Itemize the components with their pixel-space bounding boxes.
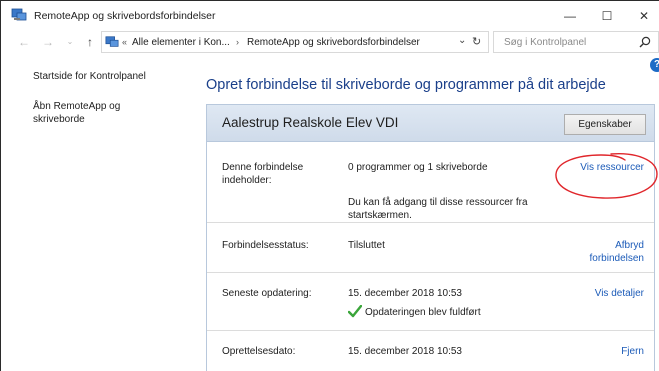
created-label: Oprettelsesdato: — [222, 346, 296, 357]
help-icon[interactable]: ? — [650, 58, 659, 72]
properties-button[interactable]: Egenskaber — [564, 114, 646, 135]
control-panel-window: RemoteApp og skrivebordsforbindelser — ☐… — [0, 0, 659, 371]
contents-description: Du kan få adgang til disse ressourcer fr… — [348, 197, 528, 221]
refresh-icon[interactable]: ↻ — [472, 35, 481, 48]
breadcrumb-overflow-icon[interactable]: « — [122, 37, 127, 47]
minimize-button[interactable]: — — [555, 5, 585, 27]
row-status: Forbindelsesstatus: Tilsluttet Afbryd fo… — [207, 223, 654, 273]
close-button[interactable]: ✕ — [629, 5, 659, 27]
maximize-button[interactable]: ☐ — [592, 5, 622, 27]
sidebar-item-open-remoteapp[interactable]: Åbn RemoteApp og skriveborde — [33, 100, 153, 126]
breadcrumb-separator-icon[interactable]: › — [236, 37, 239, 47]
contents-label: Denne forbindelse indeholder: — [222, 162, 304, 186]
address-dropdown-icon[interactable]: ⌄ — [458, 35, 466, 46]
breadcrumb-remoteapp[interactable]: RemoteApp og skrivebordsforbindelser — [247, 37, 420, 48]
row-last-update: Seneste opdatering: 15. december 2018 10… — [207, 273, 654, 331]
sidebar: Startside for Kontrolpanel Åbn RemoteApp… — [1, 53, 191, 371]
connection-name: Aalestrup Realskole Elev VDI — [222, 115, 399, 130]
remoteapp-icon — [105, 36, 119, 47]
window-title: RemoteApp og skrivebordsforbindelser — [34, 10, 216, 22]
up-arrow-icon[interactable]: ↑ — [83, 35, 97, 49]
title-bar: RemoteApp og skrivebordsforbindelser — ☐… — [1, 1, 659, 31]
back-arrow-icon[interactable]: ← — [17, 35, 31, 49]
last-update-label: Seneste opdatering: — [222, 288, 312, 299]
status-value: Tilsluttet — [348, 240, 385, 251]
search-icon[interactable] — [639, 36, 651, 48]
recent-locations-icon[interactable]: ⌄ — [63, 37, 77, 46]
sidebar-item-control-panel-home[interactable]: Startside for Kontrolpanel — [33, 70, 183, 83]
status-label: Forbindelsesstatus: — [222, 240, 309, 251]
view-resources-link[interactable]: Vis ressourcer — [580, 161, 644, 174]
search-placeholder: Søg i Kontrolpanel — [504, 37, 587, 48]
update-status-text: Opdateringen blev fuldført — [365, 307, 481, 318]
breadcrumb-all-items[interactable]: Alle elementer i Kon... — [132, 37, 230, 48]
search-box[interactable]: Søg i Kontrolpanel — [493, 31, 659, 53]
row-created: Oprettelsesdato: 15. december 2018 10:53… — [207, 331, 654, 371]
remove-link[interactable]: Fjern — [621, 345, 644, 358]
view-details-link[interactable]: Vis detaljer — [595, 287, 644, 300]
page-title: Opret forbindelse til skriveborde og pro… — [206, 77, 606, 93]
last-update-value: 15. december 2018 10:53 — [348, 288, 462, 299]
navigation-bar: ← → ⌄ ↑ « Alle elementer i Kon... › Remo… — [1, 31, 659, 53]
disconnect-link[interactable]: Afbryd forbindelsen — [580, 239, 644, 265]
forward-arrow-icon[interactable]: → — [41, 35, 55, 49]
remoteapp-icon — [11, 8, 27, 21]
created-value: 15. december 2018 10:53 — [348, 346, 462, 357]
address-bar[interactable]: « Alle elementer i Kon... › RemoteApp og… — [101, 31, 489, 53]
checkmark-icon — [348, 305, 362, 318]
contents-value: 0 programmer og 1 skriveborde — [348, 162, 488, 173]
row-contents: Denne forbindelse indeholder: 0 programm… — [207, 142, 654, 223]
connection-header: Aalestrup Realskole Elev VDI Egenskaber — [207, 105, 654, 142]
connection-panel: Aalestrup Realskole Elev VDI Egenskaber … — [206, 104, 655, 371]
